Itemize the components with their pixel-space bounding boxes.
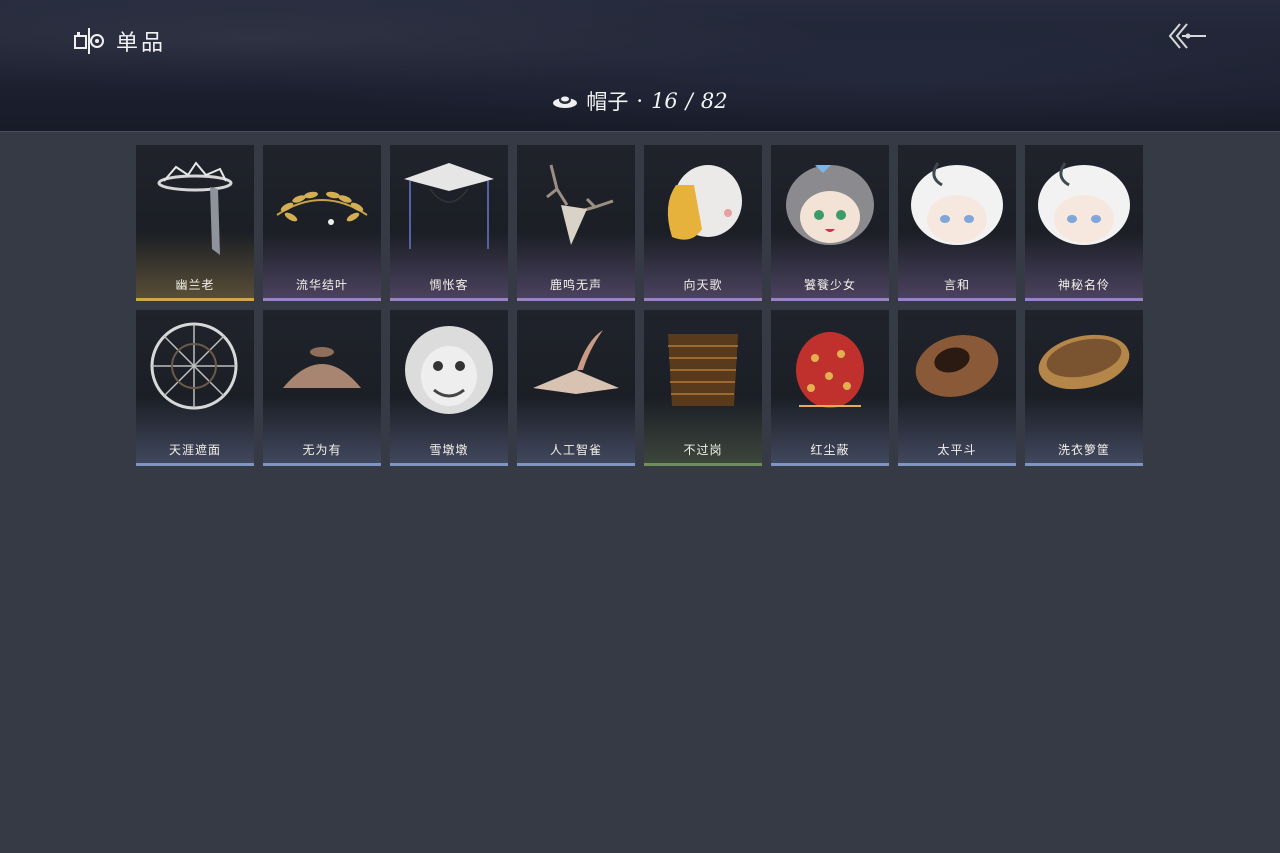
clay-bowl-hat-icon bbox=[283, 347, 361, 388]
item-card[interactable]: 无为有 bbox=[263, 310, 381, 466]
total-count: 82 bbox=[700, 89, 728, 113]
item-card[interactable]: 不过岗 bbox=[644, 310, 762, 466]
page-title: 单品 bbox=[116, 31, 167, 56]
item-card[interactable]: 雪墩墩 bbox=[390, 310, 508, 466]
category-header: 帽子 · 16 / 82 bbox=[0, 86, 1280, 116]
double-chevron-left-icon bbox=[1168, 23, 1206, 49]
woven-basket-hat-icon bbox=[915, 335, 999, 397]
veiled-hat-icon bbox=[404, 163, 494, 249]
item-name: 饕餮少女 bbox=[803, 278, 856, 292]
item-name: 雪墩墩 bbox=[429, 443, 469, 457]
item-card[interactable]: 鹿鸣无声 bbox=[517, 145, 635, 301]
wire-frame-hat-icon bbox=[150, 322, 238, 410]
laundry-basket-icon bbox=[1038, 334, 1130, 390]
grey-hair-doll-head-icon bbox=[786, 165, 874, 245]
item-card[interactable]: 惆怅客 bbox=[390, 145, 508, 301]
item-name: 太平斗 bbox=[937, 443, 977, 457]
item-name: 言和 bbox=[943, 278, 970, 292]
goose-hood-icon bbox=[667, 165, 742, 240]
back-button[interactable] bbox=[1166, 20, 1210, 52]
red-hood-icon bbox=[796, 332, 864, 408]
white-hair-doll-head-icon bbox=[911, 162, 1003, 245]
bird-hat-icon bbox=[533, 330, 619, 394]
item-name: 流华结叶 bbox=[295, 278, 348, 292]
item-card[interactable]: 神秘名伶 bbox=[1025, 145, 1143, 301]
collected-count: 16 bbox=[651, 89, 678, 113]
item-name: 不过岗 bbox=[683, 443, 723, 457]
item-name: 无为有 bbox=[302, 443, 342, 457]
item-card[interactable]: 幽兰老 bbox=[136, 145, 254, 301]
item-name: 鹿鸣无声 bbox=[549, 278, 602, 292]
white-hair-doll-head-icon bbox=[1038, 162, 1130, 245]
item-card[interactable]: 饕餮少女 bbox=[771, 145, 889, 301]
page-title-group: 单品 bbox=[72, 24, 166, 58]
laurel-wreath-icon bbox=[276, 191, 368, 225]
item-card[interactable]: 太平斗 bbox=[898, 310, 1016, 466]
item-name: 惆怅客 bbox=[429, 278, 469, 292]
stacked-bowls-hat-icon bbox=[668, 334, 738, 406]
item-name: 幽兰老 bbox=[175, 278, 215, 292]
item-card[interactable]: 向天歌 bbox=[644, 145, 762, 301]
item-name: 神秘名伶 bbox=[1057, 278, 1110, 292]
item-name: 红尘蔽 bbox=[810, 443, 850, 457]
count-slash: / bbox=[685, 89, 693, 113]
hat-icon bbox=[552, 93, 578, 109]
top-bar: 单品 帽子 · 16 / 82 bbox=[0, 0, 1280, 132]
item-grid: 幽兰老 流华结叶 惆怅客 鹿鸣无声 向天歌 饕餮少女 言和 神秘名伶天涯遮面 无为有 雪墩墩 人工智… bbox=[136, 145, 1143, 466]
category-separator: · bbox=[636, 89, 644, 113]
deer-skull-icon bbox=[546, 164, 614, 245]
category-name: 帽子 bbox=[586, 90, 629, 114]
item-name: 人工智雀 bbox=[549, 443, 602, 457]
item-name: 洗衣箩筐 bbox=[1057, 443, 1110, 457]
item-card[interactable]: 言和 bbox=[898, 145, 1016, 301]
wardrobe-icon bbox=[72, 24, 106, 58]
item-name: 向天歌 bbox=[683, 278, 723, 292]
item-card[interactable]: 天涯遮面 bbox=[136, 310, 254, 466]
item-card[interactable]: 洗衣箩筐 bbox=[1025, 310, 1143, 466]
item-card[interactable]: 流华结叶 bbox=[263, 145, 381, 301]
crown-veil-hat-icon bbox=[157, 161, 233, 255]
item-card[interactable]: 人工智雀 bbox=[517, 310, 635, 466]
white-lion-head-icon bbox=[405, 326, 493, 414]
item-card[interactable]: 红尘蔽 bbox=[771, 310, 889, 466]
item-name: 天涯遮面 bbox=[168, 443, 221, 457]
